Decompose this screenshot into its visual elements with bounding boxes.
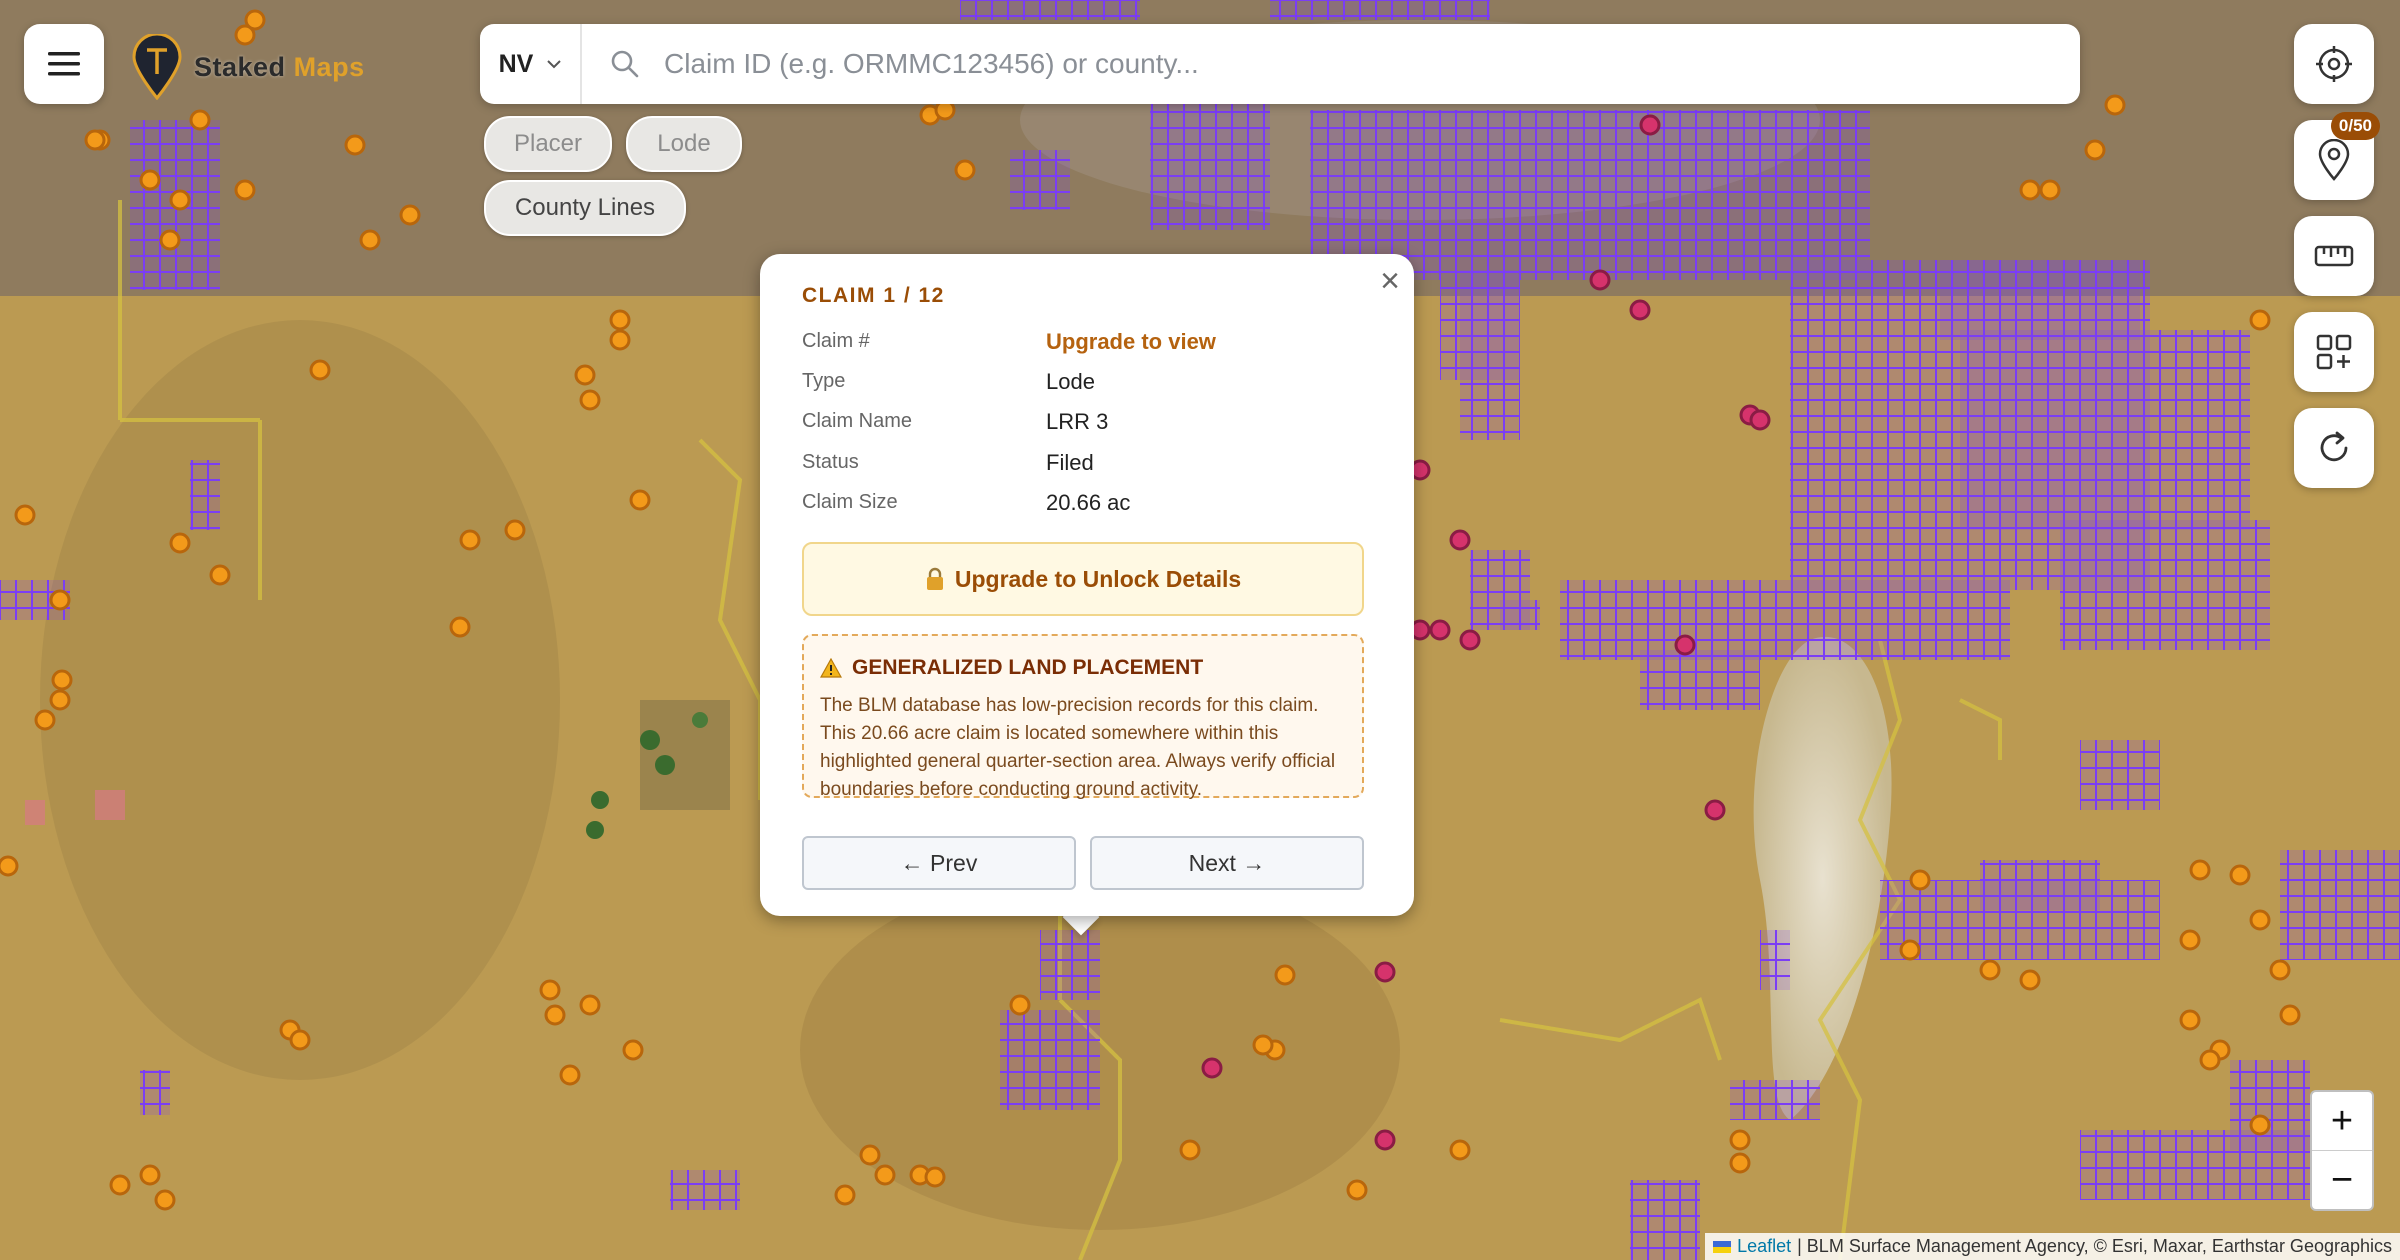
attribution-sources: | BLM Surface Management Agency, © Esri,… (1797, 1236, 2392, 1256)
popup-title: CLAIM 1 / 12 (802, 284, 945, 307)
claim-popup: × CLAIM 1 / 12 Claim # Upgrade to view T… (760, 254, 1414, 916)
claim-number-label: Claim # (802, 330, 870, 352)
state-select[interactable]: NV (480, 24, 582, 104)
zoom-control: + − (2310, 1090, 2374, 1211)
terrain-mountains (40, 320, 560, 1080)
claim-type-value: Lode (1046, 369, 1095, 394)
claim-status-value: Filed (1046, 450, 1094, 475)
ukraine-flag-icon (1713, 1240, 1732, 1253)
layers-grid-icon (2316, 334, 2352, 370)
map-attribution: Leaflet | BLM Surface Management Agency,… (1705, 1233, 2400, 1260)
warning-title: GENERALIZED LAND PLACEMENT (852, 656, 1204, 679)
claim-name-label: Claim Name (802, 410, 913, 432)
warning-body: The BLM database has low-precision recor… (820, 695, 1336, 800)
zoom-in-button[interactable]: + (2312, 1092, 2372, 1151)
saved-pins-button[interactable]: 0/50 (2294, 112, 2380, 200)
search-icon (610, 49, 640, 79)
measure-button[interactable] (2294, 216, 2374, 296)
crosshair-icon (2316, 46, 2352, 82)
brand-name: Staked Maps (194, 51, 365, 82)
brand-logo[interactable]: Staked Maps (132, 34, 365, 100)
stake-pin-icon (132, 34, 182, 100)
claim-status-label: Status (802, 451, 859, 473)
ruler-icon (2314, 245, 2354, 267)
upgrade-unlock-button[interactable]: Upgrade to Unlock Details (802, 542, 1364, 616)
claim-name-value: LRR 3 (1046, 409, 1109, 434)
hamburger-menu-button[interactable] (24, 24, 104, 104)
next-claim-button[interactable]: Next → (1090, 836, 1364, 890)
leaflet-link[interactable]: Leaflet (1737, 1236, 1791, 1257)
warning-icon (820, 658, 842, 678)
filter-county-lines-chip[interactable]: County Lines (484, 180, 686, 236)
placement-warning: GENERALIZED LAND PLACEMENT The BLM datab… (802, 634, 1364, 800)
claim-size-value: 20.66 ac (1046, 490, 1131, 515)
filter-placer-chip[interactable]: Placer (484, 116, 612, 172)
pins-count-badge: 0/50 (2330, 112, 2380, 140)
chevron-down-icon (547, 60, 562, 69)
search-input[interactable] (662, 47, 2080, 81)
prev-claim-button[interactable]: ← Prev (802, 836, 1076, 890)
upgrade-unlock-label: Upgrade to Unlock Details (954, 565, 1242, 592)
state-select-value: NV (498, 49, 534, 78)
layers-button[interactable] (2294, 312, 2374, 392)
zoom-out-button[interactable]: − (2312, 1151, 2372, 1209)
refresh-icon (2320, 431, 2348, 462)
claim-number-upgrade-link[interactable]: Upgrade to view (1046, 329, 1216, 355)
claim-size-label: Claim Size (802, 491, 898, 513)
locate-me-button[interactable] (2294, 24, 2374, 104)
claim-type-label: Type (802, 370, 846, 392)
map-pin-icon (2318, 139, 2350, 181)
search-bar: NV (480, 24, 2080, 104)
filter-lode-chip[interactable]: Lode (626, 116, 742, 172)
refresh-button[interactable] (2294, 408, 2374, 488)
close-popup-button[interactable]: × (1380, 264, 1400, 298)
hamburger-icon (48, 52, 80, 76)
lock-icon (926, 567, 943, 590)
